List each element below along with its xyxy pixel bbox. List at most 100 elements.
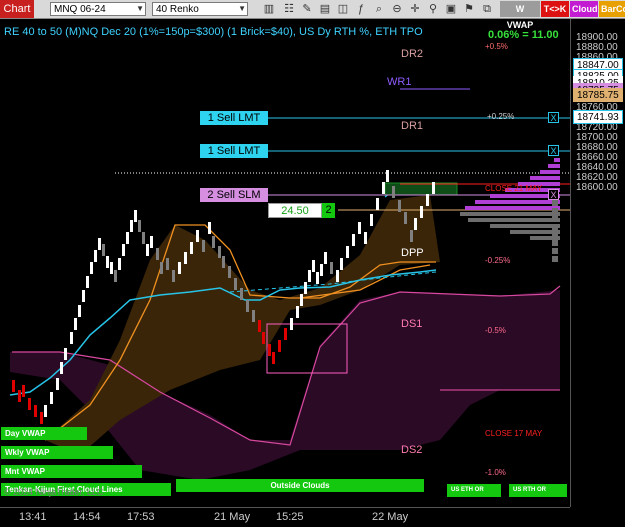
renko-brick (138, 220, 141, 232)
renko-brick (340, 258, 343, 270)
zoom-out-icon[interactable]: ⊖ (390, 2, 404, 16)
sell-limit-order-1[interactable]: 1 Sell LMT (200, 111, 268, 125)
renko-brick (18, 390, 21, 402)
us-eth-or-button[interactable]: US ETH OR (447, 484, 501, 497)
price-axis[interactable]: 18900.0018880.0018860.0018840.0018820.00… (570, 19, 625, 507)
bar-type-selector[interactable]: 40 Renko ▼ (152, 2, 248, 16)
renko-brick (432, 182, 435, 194)
renko-brick (352, 234, 355, 246)
bar-type-value: 40 Renko (156, 4, 199, 15)
renko-brick (290, 318, 293, 330)
renko-brick (364, 232, 367, 244)
cancel-order-icon[interactable]: X (548, 112, 559, 123)
time-tick-label: 22 May (372, 511, 409, 523)
percent-change: 0.06% = 11.00 (488, 29, 559, 41)
renko-brick (324, 252, 327, 264)
pin-icon[interactable]: ⚲ (426, 2, 440, 16)
renko-brick (212, 236, 215, 248)
renko-brick (86, 276, 89, 288)
properties-icon[interactable]: ☷ (282, 2, 296, 16)
level-dpp: DPP (401, 247, 424, 259)
close-17-may-label: CLOSE 17 MAY (485, 429, 543, 438)
renko-brick (184, 252, 187, 264)
renko-brick (12, 380, 15, 392)
percent-level-label: +0.5% (485, 42, 508, 51)
crosshair-icon[interactable]: ✛ (408, 2, 422, 16)
instrument-value: MNQ 06-24 (54, 4, 106, 15)
renko-brick (22, 385, 25, 397)
renko-brick (420, 206, 423, 218)
renko-brick (90, 262, 93, 274)
chart-menu-button[interactable]: Chart (0, 0, 34, 18)
trade-icon[interactable]: ⚑ (462, 2, 476, 16)
renko-brick (56, 378, 59, 390)
renko-brick (386, 170, 389, 182)
tpo-bar (548, 164, 560, 168)
renko-brick (272, 352, 275, 364)
tenkan-kijun-button[interactable]: T<>K (541, 1, 569, 17)
renko-brick (118, 258, 121, 270)
tpo-bar-tail (552, 240, 558, 246)
renko-brick (404, 212, 407, 224)
bar-color-button[interactable]: BarCo (599, 1, 625, 17)
renko-brick (172, 270, 175, 282)
weekly-vwap-toggle[interactable]: Wkly VWAP (1, 446, 113, 459)
indicators-icon[interactable]: ƒ (354, 2, 368, 16)
time-tick-label: 17:53 (127, 511, 155, 523)
renko-brick (370, 214, 373, 226)
renko-brick (284, 328, 287, 340)
renko-brick (78, 305, 81, 317)
tpo-bar-tail (552, 232, 558, 238)
tpo-bar-tail (552, 208, 558, 214)
renko-brick (126, 232, 129, 244)
renko-brick (240, 288, 243, 300)
tpo-bar (475, 200, 560, 204)
time-axis[interactable]: 13:41 14:54 17:53 21 May 15:25 22 May (0, 507, 570, 527)
renko-brick (336, 270, 339, 282)
search-icon[interactable]: ⌕ (372, 2, 386, 16)
time-tick-label: 15:25 (276, 511, 304, 523)
renko-brick (252, 310, 255, 322)
data-series-icon[interactable]: ▥ (262, 2, 276, 16)
monthly-vwap-button[interactable]: Mnt VWAP (1, 465, 142, 478)
us-rth-or-button[interactable]: US RTH OR (509, 484, 567, 497)
pct-level-neg025: -0.25% (485, 256, 511, 265)
time-tick-label: 14:54 (73, 511, 101, 523)
price-tick-label: 18600.00 (576, 182, 618, 193)
drawing-tools-icon[interactable]: ✎ (300, 2, 314, 16)
renko-brick (268, 344, 271, 356)
renko-brick (426, 194, 429, 206)
pct-level-pos025: +0.25% (487, 112, 515, 121)
renko-brick (398, 200, 401, 212)
renko-brick (34, 405, 37, 417)
cloud-button[interactable]: Cloud (570, 1, 598, 17)
position-zone (384, 182, 458, 196)
save-icon[interactable]: ▤ (318, 2, 332, 16)
lock-icon[interactable]: ▣ (444, 2, 458, 16)
position-pnl[interactable]: 24.50 (268, 203, 322, 218)
renko-brick (160, 262, 163, 274)
sell-stop-market-order[interactable]: 2 Sell SLM (200, 188, 268, 202)
renko-brick (74, 318, 77, 330)
renko-brick (82, 290, 85, 302)
chart-type-icon[interactable]: ◫ (336, 2, 350, 16)
renko-brick (382, 182, 385, 194)
tpo-bar-tail (552, 200, 558, 206)
cancel-order-icon[interactable]: X (548, 145, 559, 156)
outside-clouds-button[interactable]: Outside Clouds (176, 479, 424, 492)
position-quantity[interactable]: 2 (322, 203, 335, 218)
renko-brick (150, 236, 153, 248)
sell-limit-order-2[interactable]: 1 Sell LMT (200, 144, 268, 158)
renko-brick (142, 232, 145, 244)
renko-brick (64, 348, 67, 360)
renko-brick (146, 244, 149, 256)
renko-brick (262, 332, 265, 344)
renko-brick (70, 332, 73, 344)
instrument-selector[interactable]: MNQ 06-24 ▼ (50, 2, 146, 16)
day-vwap-button[interactable]: Day VWAP (1, 427, 87, 440)
cancel-order-icon[interactable]: X (548, 189, 559, 200)
level-dr1: DR1 (401, 120, 424, 132)
weekly-vwap-button[interactable]: W VWAP (500, 1, 540, 30)
renko-brick (278, 340, 281, 352)
arrow-icon[interactable] (484, 2, 498, 16)
